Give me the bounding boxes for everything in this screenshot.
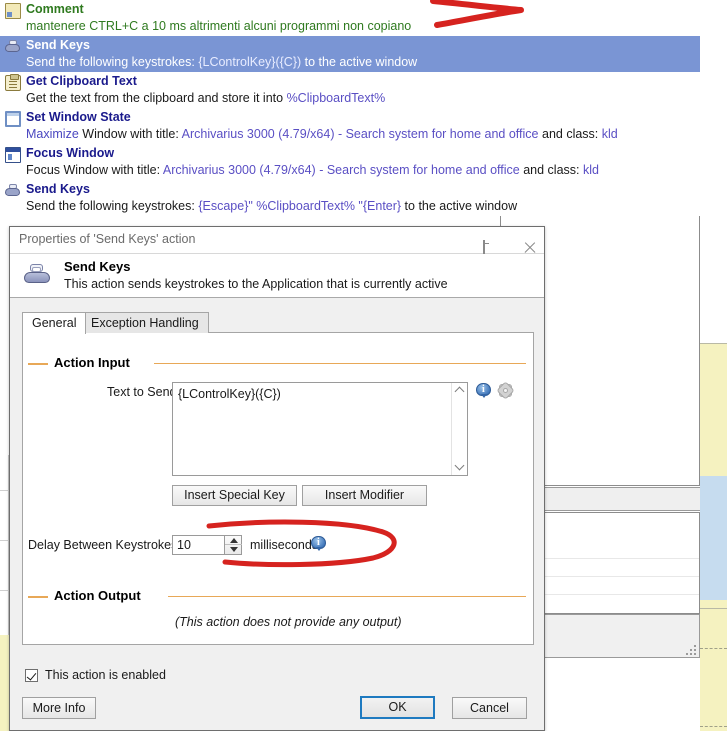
cancel-button[interactable]: Cancel (452, 697, 527, 719)
background-blue-strip (700, 476, 727, 600)
text-to-send-label: Text to Send: (107, 385, 180, 399)
send-keys-icon (5, 183, 21, 199)
action-row-title: Comment (26, 2, 84, 16)
group-header-action-output: Action Output (28, 588, 526, 604)
action-row-title: Send Keys (26, 38, 90, 52)
tab-exception-handling[interactable]: Exception Handling (81, 312, 209, 333)
action-row-set-window-state[interactable]: Set Window State Maximize Window with ti… (0, 108, 700, 144)
keystroke-token: {Escape}" %ClipboardText% "{Enter} (198, 199, 402, 213)
background-yellow-strip-lower (700, 600, 727, 731)
state-keyword-token: Maximize (26, 127, 79, 141)
delay-stepper-up[interactable] (225, 536, 242, 545)
group-label: Action Input (54, 355, 130, 370)
tab-general[interactable]: General (22, 312, 87, 334)
dialog-header-subtitle: This action sends keystrokes to the Appl… (64, 277, 448, 291)
action-row-send-keys-1[interactable]: Send Keys Send the following keystrokes:… (0, 36, 700, 72)
send-keys-icon (5, 39, 21, 55)
window-title-token: Archivarius 3000 (4.79/x64) - Search sys… (162, 163, 520, 177)
background-left-yellow (0, 635, 9, 731)
dialog-titlebar[interactable]: Properties of 'Send Keys' action (10, 227, 544, 259)
delay-stepper-down[interactable] (225, 545, 242, 554)
group-header-action-input: Action Input (28, 355, 526, 371)
ok-button[interactable]: OK (360, 696, 435, 719)
action-row-description: Focus Window with title: Archivarius 300… (26, 163, 599, 177)
insert-special-key-button[interactable]: Insert Special Key (172, 485, 297, 506)
group-rule-right (154, 363, 526, 364)
dialog-title: Properties of 'Send Keys' action (19, 232, 196, 246)
action-row-comment[interactable]: Comment mantenere CTRL+C a 10 ms altrime… (0, 0, 700, 36)
dialog-header: Send Keys This action sends keystrokes t… (10, 254, 544, 298)
text-to-send-scrollbar[interactable] (451, 383, 467, 475)
close-button[interactable] (506, 227, 540, 254)
background-left-line-3 (0, 590, 9, 591)
text-to-send-value: {LControlKey}({C}) (178, 387, 281, 401)
group-rule-left (28, 363, 48, 365)
action-row-description: Send the following keystrokes: {Escape}"… (26, 199, 518, 213)
action-row-description: Send the following keystrokes: {LControl… (26, 55, 418, 69)
action-row-title: Send Keys (26, 182, 90, 196)
keystroke-token: {LControlKey}({C}) (198, 55, 302, 69)
this-action-is-enabled-label: This action is enabled (45, 668, 166, 682)
more-info-label: More Info (32, 700, 86, 715)
delay-units-label: milliseconds (250, 538, 319, 552)
background-yellow-strip-upper (700, 344, 727, 476)
delay-between-keystrokes-label: Delay Between Keystrokes: (28, 538, 181, 552)
delay-stepper[interactable] (225, 535, 242, 555)
action-row-send-keys-2[interactable]: Send Keys Send the following keystrokes:… (0, 180, 700, 216)
action-row-title: Focus Window (26, 146, 115, 160)
insert-special-key-label: Insert Special Key (184, 488, 285, 503)
variable-token: %ClipboardText% (286, 91, 386, 105)
scroll-down-icon[interactable] (452, 459, 468, 475)
action-row-title: Set Window State (26, 110, 131, 124)
set-window-state-icon (5, 111, 21, 127)
group-rule-left (28, 596, 48, 598)
tab-exception-handling-label: Exception Handling (91, 316, 199, 330)
restore-window-button[interactable] (466, 227, 500, 259)
background-divider-1 (700, 343, 727, 344)
delay-value: 10 (177, 538, 191, 552)
background-left-line-1 (0, 490, 9, 491)
action-row-get-clipboard-text[interactable]: Get Clipboard Text Get the text from the… (0, 72, 700, 108)
resize-grip-icon[interactable] (684, 643, 696, 655)
send-keys-icon (23, 262, 51, 286)
group-rule-right (168, 596, 526, 597)
delay-value-input[interactable]: 10 (172, 535, 225, 555)
checkbox-box-icon (25, 668, 38, 682)
comment-icon (5, 3, 21, 19)
ok-label: OK (388, 700, 407, 715)
window-class-token: kld (601, 127, 618, 141)
background-left-sliver (0, 455, 9, 635)
action-row-title: Get Clipboard Text (26, 74, 137, 88)
cancel-label: Cancel (470, 700, 509, 715)
action-output-note: (This action does not provide any output… (175, 615, 402, 629)
window-class-token: kld (582, 163, 599, 177)
tab-general-label: General (32, 316, 77, 330)
window-title-token: Archivarius 3000 (4.79/x64) - Search sys… (181, 127, 539, 141)
background-divider-2 (700, 608, 727, 609)
scroll-up-icon[interactable] (452, 383, 468, 399)
action-row-focus-window[interactable]: Focus Window Focus Window with title: Ar… (0, 144, 700, 180)
insert-modifier-button[interactable]: Insert Modifier (302, 485, 427, 506)
action-list[interactable]: Comment mantenere CTRL+C a 10 ms altrime… (0, 0, 700, 216)
action-row-description: Maximize Window with title: Archivarius … (26, 127, 618, 141)
text-to-send-input[interactable]: {LControlKey}({C}) (172, 382, 468, 476)
tabstrip[interactable]: General Exception Handling (22, 312, 534, 334)
dialog-header-title: Send Keys (64, 259, 131, 274)
action-row-description: Get the text from the clipboard and stor… (26, 91, 386, 105)
insert-modifier-label: Insert Modifier (324, 488, 405, 503)
background-dashed-divider (700, 648, 727, 649)
screen: Comment mantenere CTRL+C a 10 ms altrime… (0, 0, 727, 731)
background-left-line-2 (0, 540, 9, 541)
action-row-description: mantenere CTRL+C a 10 ms altrimenti alcu… (26, 19, 412, 33)
more-info-button[interactable]: More Info (22, 697, 96, 719)
send-keys-properties-dialog: Properties of 'Send Keys' action Send Ke… (9, 226, 545, 731)
focus-window-icon (5, 147, 21, 163)
group-label: Action Output (54, 588, 141, 603)
background-dashed-divider-bottom (700, 726, 727, 727)
clipboard-icon (5, 74, 21, 91)
this-action-is-enabled-checkbox[interactable]: This action is enabled (25, 668, 166, 682)
